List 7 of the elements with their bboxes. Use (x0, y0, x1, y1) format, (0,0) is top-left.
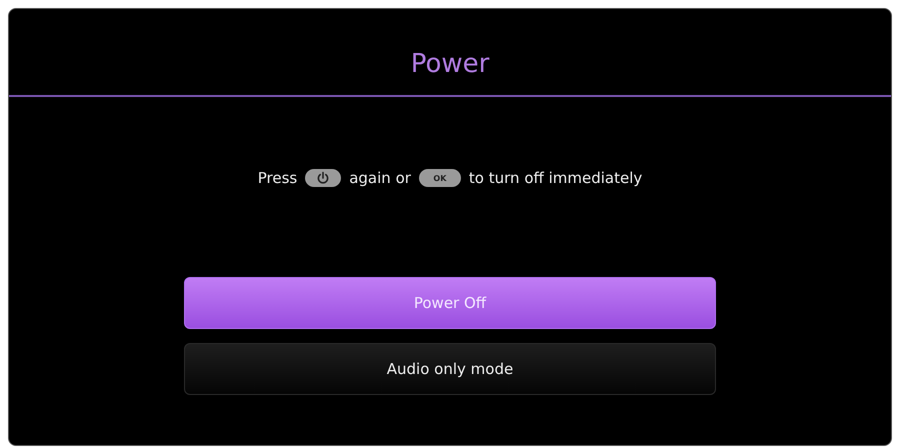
message-text: Press (258, 169, 298, 187)
message-text: to turn off immediately (468, 169, 642, 187)
power-key-icon (305, 169, 342, 187)
ok-key: OK (418, 169, 461, 187)
dialog-title: Power (410, 49, 490, 81)
message-text: again or (349, 169, 411, 187)
menu-option[interactable]: Audio only mode (184, 343, 716, 395)
